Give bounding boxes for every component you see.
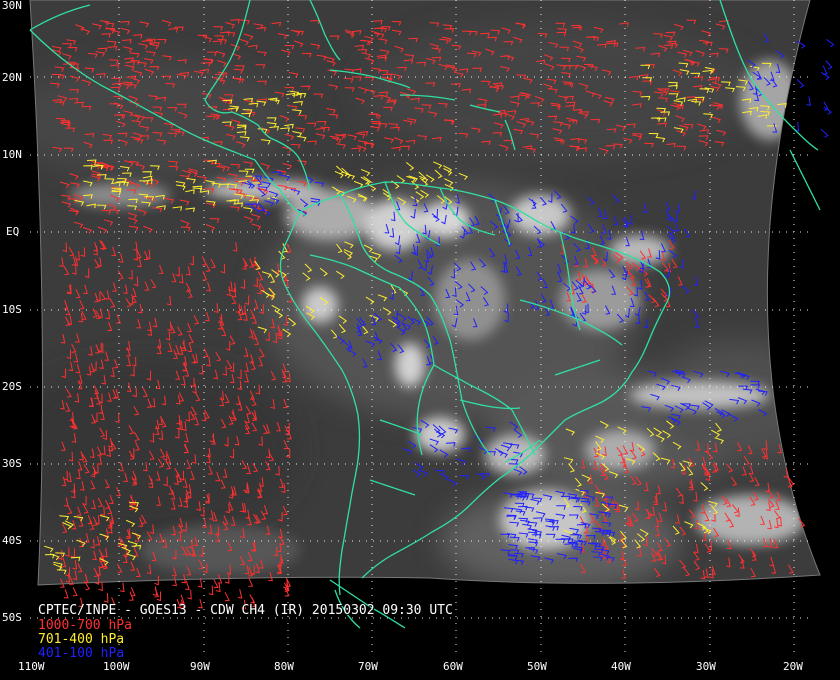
lon-label: 30W [696,660,716,673]
wind-barb [821,71,830,81]
legend-mid-level: 701-400 hPa [38,632,125,647]
wind-barb [103,593,109,603]
lat-label: 10N [2,148,22,161]
legend-low-level: 1000-700 hPa [38,618,132,633]
wind-barb [248,577,254,587]
wind-barb [119,582,125,593]
wind-barb [806,96,811,106]
legend-high-level: 401-100 hPa [38,646,125,661]
lat-label: 50S [2,611,22,624]
lat-label: 30N [2,0,22,12]
wind-barb [224,592,230,602]
lon-label: 100W [103,660,130,673]
wind-barb [208,585,214,596]
lon-label: 70W [358,660,378,673]
ir-imagery [30,0,820,585]
wind-barb [63,589,69,599]
lon-label: 80W [274,660,294,673]
lon-label: 20W [783,660,803,673]
lon-label: 90W [190,660,210,673]
wind-barb [796,79,805,89]
lon-label: 40W [611,660,631,673]
satellite-map-view: 30N 20N 10N EQ 10S 20S 30S 40S 50S 110W … [0,0,840,680]
lon-label: 50W [527,660,547,673]
wind-barb [822,65,828,75]
image-title: CPTEC/INPE - GOES13 - CDW CH4 (IR) 20150… [38,603,453,618]
lat-label: 20S [2,380,22,393]
wind-barb [826,38,835,48]
lon-label: 60W [443,660,463,673]
lat-label: EQ [6,225,20,238]
wind-barb [72,587,78,597]
lat-label: 20N [2,71,22,84]
wind-barb [213,579,219,589]
wind-barb [187,589,192,600]
lon-label: 110W [18,660,45,673]
satellite-map [29,0,835,655]
lat-label: 10S [2,303,22,316]
wind-barb [825,60,833,70]
wind-barb [237,589,243,599]
lat-label: 30S [2,457,22,470]
wind-barb [820,129,829,138]
lat-label: 40S [2,534,22,547]
